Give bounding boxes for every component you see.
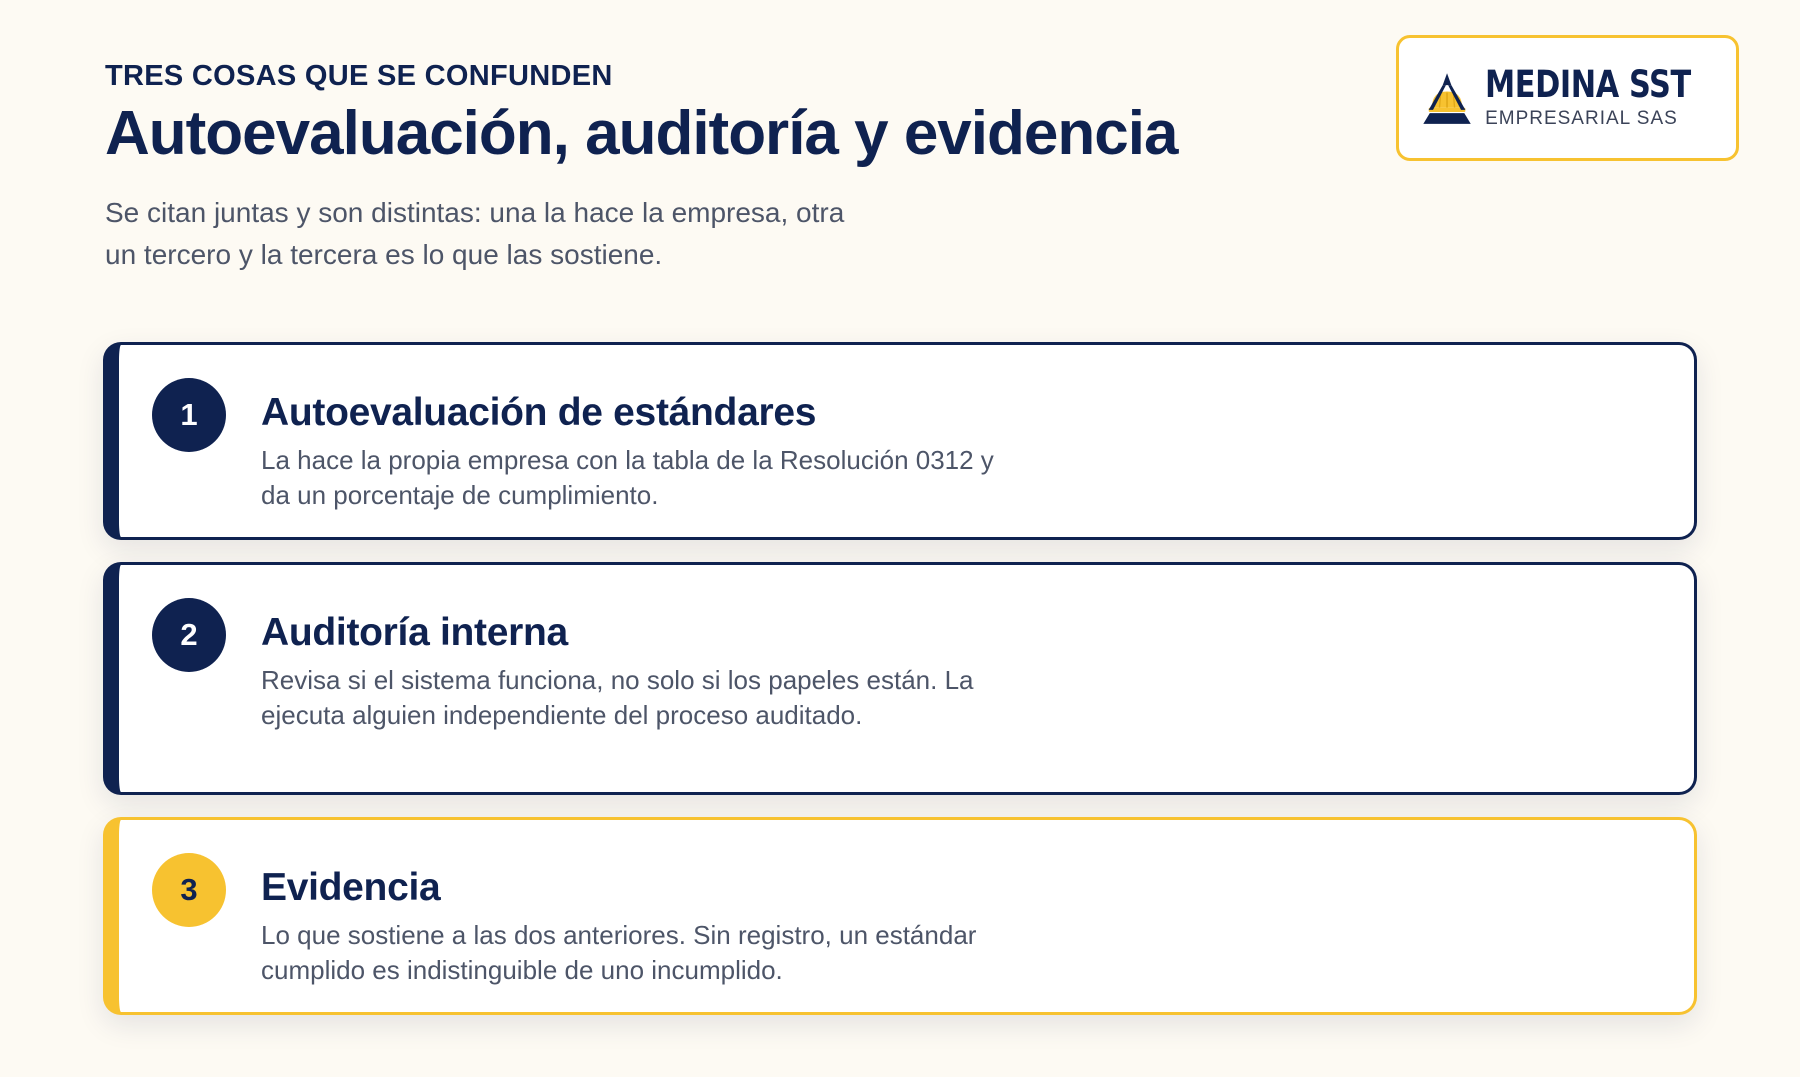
- header: TRES COSAS QUE SE CONFUNDEN Autoevaluaci…: [105, 58, 1305, 276]
- step-number-badge: 2: [152, 598, 226, 672]
- card-title: Evidencia: [261, 866, 441, 909]
- card-description: Revisa si el sistema funciona, no solo s…: [261, 665, 974, 730]
- card-body: Evidencia Lo que sostiene a las dos ante…: [261, 820, 1021, 988]
- card-title: Autoevaluación de estándares: [261, 391, 817, 434]
- hard-hat-icon: [1423, 73, 1471, 124]
- page-subtitle: Se citan juntas y son distintas: una la …: [105, 197, 845, 270]
- card-title: Auditoría interna: [261, 611, 568, 654]
- logo-subtitle: EMPRESARIAL SAS: [1485, 108, 1678, 129]
- card-body: Autoevaluación de estándares La hace la …: [261, 345, 1021, 513]
- concept-card-autoevaluacion: 1 Autoevaluación de estándares La hace l…: [103, 342, 1697, 540]
- page-title: Autoevaluación, auditoría y evidencia: [105, 99, 1178, 168]
- eyebrow: TRES COSAS QUE SE CONFUNDEN: [105, 60, 613, 92]
- card-description: La hace la propia empresa con la tabla d…: [261, 445, 994, 510]
- concept-card-auditoria: 2 Auditoría interna Revisa si el sistema…: [103, 562, 1697, 795]
- logo-text: MEDINA SST EMPRESARIAL SAS: [1485, 65, 1736, 131]
- step-number-badge: 1: [152, 378, 226, 452]
- concept-list: 1 Autoevaluación de estándares La hace l…: [103, 342, 1697, 1037]
- card-body: Auditoría interna Revisa si el sistema f…: [261, 565, 1021, 733]
- card-description: Lo que sostiene a las dos anteriores. Si…: [261, 920, 977, 985]
- step-number-badge: 3: [152, 853, 226, 927]
- concept-card-evidencia: 3 Evidencia Lo que sostiene a las dos an…: [103, 817, 1697, 1015]
- logo-name: MEDINA SST: [1485, 63, 1691, 106]
- company-logo: MEDINA SST EMPRESARIAL SAS: [1396, 35, 1739, 161]
